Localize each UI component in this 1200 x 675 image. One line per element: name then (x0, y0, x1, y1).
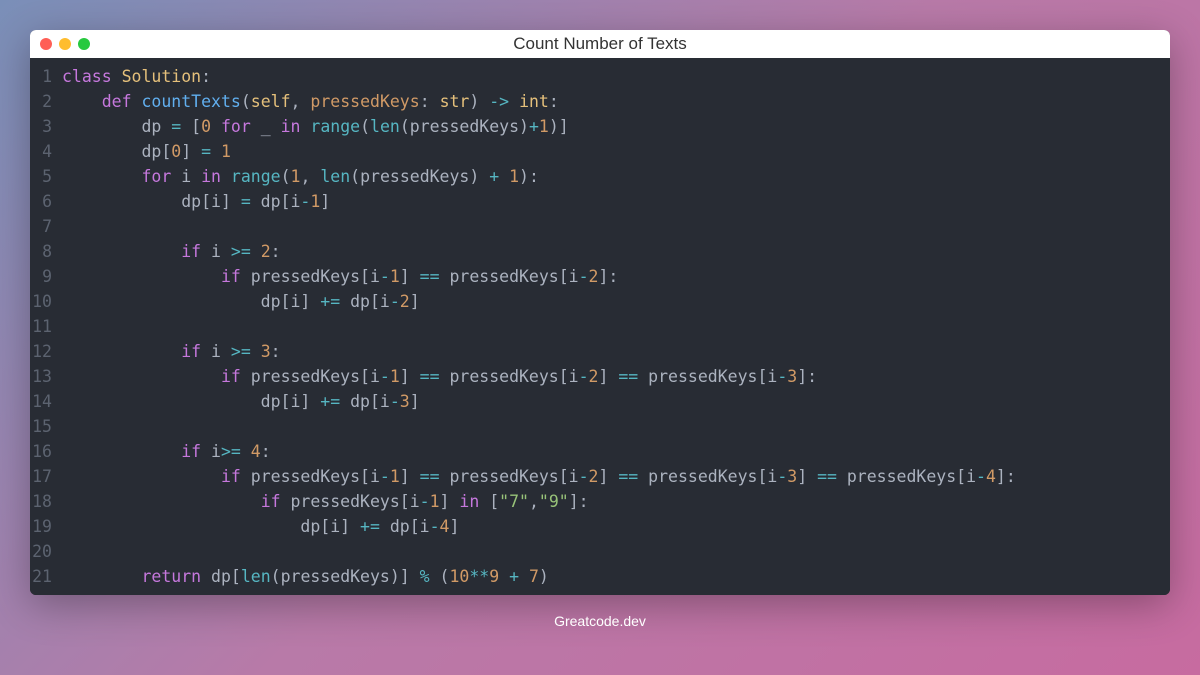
code-line: dp[i] += dp[i-2] (62, 289, 1170, 314)
line-number: 8 (30, 239, 52, 264)
code-line: dp[i] += dp[i-4] (62, 514, 1170, 539)
minimize-icon[interactable] (59, 38, 71, 50)
code-line: for i in range(1, len(pressedKeys) + 1): (62, 164, 1170, 189)
code-content[interactable]: class Solution: def countTexts(self, pre… (62, 64, 1170, 589)
line-number: 12 (30, 339, 52, 364)
line-number: 5 (30, 164, 52, 189)
titlebar: Count Number of Texts (30, 30, 1170, 58)
line-number: 19 (30, 514, 52, 539)
code-line: dp[0] = 1 (62, 139, 1170, 164)
code-line: if pressedKeys[i-1] == pressedKeys[i-2]: (62, 264, 1170, 289)
traffic-lights (40, 38, 90, 50)
code-line (62, 539, 1170, 564)
line-number: 6 (30, 189, 52, 214)
line-number: 14 (30, 389, 52, 414)
line-number: 18 (30, 489, 52, 514)
line-numbers: 123456789101112131415161718192021 (30, 64, 62, 589)
code-line: if pressedKeys[i-1] == pressedKeys[i-2] … (62, 364, 1170, 389)
line-number: 20 (30, 539, 52, 564)
code-line: def countTexts(self, pressedKeys: str) -… (62, 89, 1170, 114)
code-line: dp[i] += dp[i-3] (62, 389, 1170, 414)
code-line: if i >= 2: (62, 239, 1170, 264)
line-number: 17 (30, 464, 52, 489)
line-number: 4 (30, 139, 52, 164)
line-number: 7 (30, 214, 52, 239)
line-number: 11 (30, 314, 52, 339)
code-line: if i >= 3: (62, 339, 1170, 364)
line-number: 15 (30, 414, 52, 439)
line-number: 21 (30, 564, 52, 589)
maximize-icon[interactable] (78, 38, 90, 50)
line-number: 3 (30, 114, 52, 139)
code-line (62, 414, 1170, 439)
code-line (62, 314, 1170, 339)
line-number: 9 (30, 264, 52, 289)
window-title: Count Number of Texts (513, 34, 687, 54)
line-number: 1 (30, 64, 52, 89)
code-line (62, 214, 1170, 239)
code-line: if pressedKeys[i-1] == pressedKeys[i-2] … (62, 464, 1170, 489)
line-number: 2 (30, 89, 52, 114)
line-number: 13 (30, 364, 52, 389)
line-number: 10 (30, 289, 52, 314)
code-line: if pressedKeys[i-1] in ["7","9"]: (62, 489, 1170, 514)
code-editor: 123456789101112131415161718192021 class … (30, 58, 1170, 595)
line-number: 16 (30, 439, 52, 464)
code-line: return dp[len(pressedKeys)] % (10**9 + 7… (62, 564, 1170, 589)
code-window: Count Number of Texts 123456789101112131… (30, 30, 1170, 595)
close-icon[interactable] (40, 38, 52, 50)
footer-text: Greatcode.dev (554, 613, 646, 629)
code-line: dp = [0 for _ in range(len(pressedKeys)+… (62, 114, 1170, 139)
code-line: if i>= 4: (62, 439, 1170, 464)
code-line: class Solution: (62, 64, 1170, 89)
code-line: dp[i] = dp[i-1] (62, 189, 1170, 214)
